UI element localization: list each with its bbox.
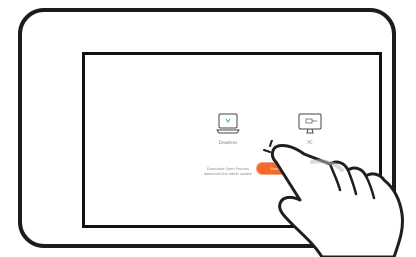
- download-line-2: download the latest update: [203, 172, 253, 177]
- download-text: Download Open Process download the lates…: [188, 167, 268, 178]
- monitor-icon: [298, 113, 322, 134]
- option-drowlens[interactable]: Drowlens: [188, 113, 268, 146]
- option-drowlens-label: Drowlens: [218, 140, 238, 145]
- stage: Drowlens PC Download Open Process downlo…: [0, 0, 416, 257]
- pointing-hand-icon: [262, 140, 412, 257]
- laptop-icon: [216, 113, 240, 134]
